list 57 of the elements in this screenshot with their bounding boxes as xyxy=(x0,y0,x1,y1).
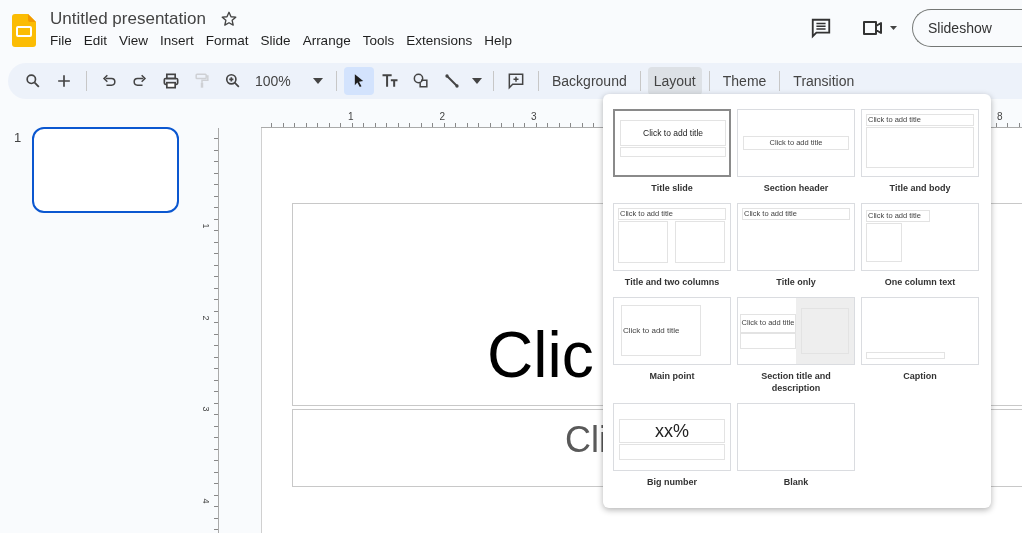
select-button[interactable] xyxy=(344,67,374,95)
comment-icon[interactable] xyxy=(810,17,832,39)
layout-label: Title and two columns xyxy=(623,277,721,289)
menu-item[interactable]: Slide xyxy=(254,33,297,48)
slideshow-button[interactable]: Slideshow xyxy=(912,9,1022,47)
slide-title-text: Clic xyxy=(487,323,594,387)
menu-item[interactable]: Tools xyxy=(356,33,401,48)
caret-icon xyxy=(313,78,323,84)
layout-thumbnail[interactable] xyxy=(861,297,979,365)
layout-label: Blank xyxy=(782,477,810,489)
ruler-label: 4 xyxy=(200,498,211,503)
toolbar-button[interactable]: Layout xyxy=(647,67,702,95)
zoom-dropdown[interactable]: 100% xyxy=(249,67,329,95)
toolbar-button[interactable]: Theme xyxy=(716,67,773,95)
layout-thumbnail[interactable]: xx% xyxy=(613,403,731,471)
slide-thumbnail[interactable] xyxy=(32,127,179,213)
menu-item[interactable]: File xyxy=(50,33,78,48)
layout-label: Title only xyxy=(775,277,817,289)
document-title[interactable]: Untitled presentation xyxy=(50,9,206,29)
layout-label: Big number xyxy=(646,477,698,489)
menu-item[interactable]: Edit xyxy=(77,33,114,48)
menu-item[interactable]: Help xyxy=(478,33,518,48)
ruler-label: 2 xyxy=(439,111,446,122)
layout-label: One column text xyxy=(883,277,957,289)
toolbar-button[interactable]: Background xyxy=(546,67,633,95)
layout-label: Section title and description xyxy=(760,371,832,395)
menu-item[interactable]: Insert xyxy=(154,33,200,48)
layout-thumbnail[interactable] xyxy=(737,403,855,471)
comment-plus-icon xyxy=(506,71,526,91)
slide-number: 1 xyxy=(13,130,23,145)
printer-icon xyxy=(161,71,181,91)
placeholder-text: Click to add title xyxy=(622,326,680,335)
menu-item[interactable]: Arrange xyxy=(296,33,357,48)
layout-thumbnail[interactable]: Click to add title xyxy=(613,297,731,365)
ruler-label: 2 xyxy=(200,315,211,320)
placeholder-text: xx% xyxy=(654,420,690,442)
layout-label: Title slide xyxy=(650,183,694,195)
ruler-label: 3 xyxy=(200,406,211,412)
ruler-label: 8 xyxy=(997,111,1003,122)
paint-roller-icon xyxy=(192,71,212,91)
layout-thumbnail[interactable]: Click to add title xyxy=(613,109,731,177)
menu-item[interactable]: Extensions xyxy=(400,33,479,48)
placeholder-box xyxy=(740,333,796,349)
star-icon[interactable] xyxy=(219,10,238,28)
layout-label: Caption xyxy=(902,371,938,383)
layout-label: Main point xyxy=(648,371,696,383)
ruler-label: 3 xyxy=(531,111,537,122)
placeholder-text: Click to add title xyxy=(642,128,704,138)
layout-label: Section header xyxy=(762,183,830,195)
ruler-label: 1 xyxy=(200,223,211,229)
menu-item[interactable]: View xyxy=(113,33,155,48)
toolbar-button[interactable]: Transition xyxy=(787,67,861,95)
ruler-label: 1 xyxy=(348,111,354,122)
caret-icon[interactable] xyxy=(472,78,482,84)
shapes-icon xyxy=(411,71,431,91)
layout-label: Title and body xyxy=(888,183,952,195)
menu-item[interactable]: Format xyxy=(199,33,255,48)
